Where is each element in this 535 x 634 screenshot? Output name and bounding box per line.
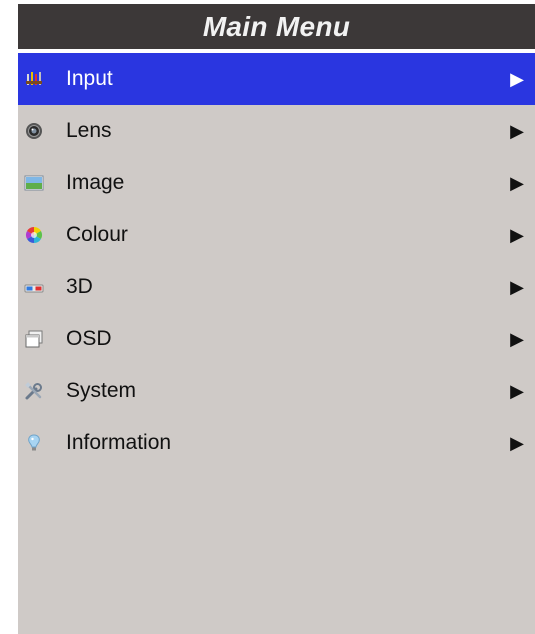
system-tools-icon <box>24 381 44 401</box>
lens-icon <box>24 121 44 141</box>
input-connectors-icon <box>24 69 44 89</box>
submenu-arrow-icon: ▶ <box>510 173 524 193</box>
menu-list: Input ▶ Lens ▶ Image ▶ Colour ▶ 3D ▶ OSD… <box>18 53 535 469</box>
menu-item-lens[interactable]: Lens ▶ <box>18 105 535 157</box>
menu-title: Main Menu <box>202 10 351 42</box>
menu-header: Main Menu <box>18 4 535 53</box>
colour-wheel-icon <box>24 225 44 245</box>
menu-item-system[interactable]: System ▶ <box>18 365 535 417</box>
submenu-arrow-icon: ▶ <box>510 225 524 245</box>
submenu-arrow-icon: ▶ <box>510 69 524 89</box>
menu-item-colour[interactable]: Colour ▶ <box>18 209 535 261</box>
menu-item-label: Input <box>66 67 113 90</box>
menu-item-input[interactable]: Input ▶ <box>18 53 535 105</box>
submenu-arrow-icon: ▶ <box>510 329 524 349</box>
menu-item-label: Image <box>66 171 125 194</box>
menu-item-information[interactable]: Information ▶ <box>18 417 535 469</box>
menu-item-3d[interactable]: 3D ▶ <box>18 261 535 313</box>
3d-glasses-icon <box>24 277 44 297</box>
submenu-arrow-icon: ▶ <box>510 277 524 297</box>
menu-item-label: Information <box>66 431 172 454</box>
menu-item-label: 3D <box>66 275 93 298</box>
menu-item-label: OSD <box>66 327 112 350</box>
osd-windows-icon <box>24 329 44 349</box>
submenu-arrow-icon: ▶ <box>510 433 524 453</box>
info-lightbulb-icon <box>24 433 44 453</box>
menu-item-osd[interactable]: OSD ▶ <box>18 313 535 365</box>
menu-item-label: System <box>66 379 137 402</box>
main-menu-panel: Main Menu Input ▶ Lens ▶ Image ▶ Colour … <box>18 4 535 634</box>
menu-item-label: Lens <box>66 119 112 142</box>
submenu-arrow-icon: ▶ <box>510 381 524 401</box>
menu-item-image[interactable]: Image ▶ <box>18 157 535 209</box>
image-landscape-icon <box>24 173 44 193</box>
submenu-arrow-icon: ▶ <box>510 121 524 141</box>
menu-item-label: Colour <box>66 223 128 246</box>
